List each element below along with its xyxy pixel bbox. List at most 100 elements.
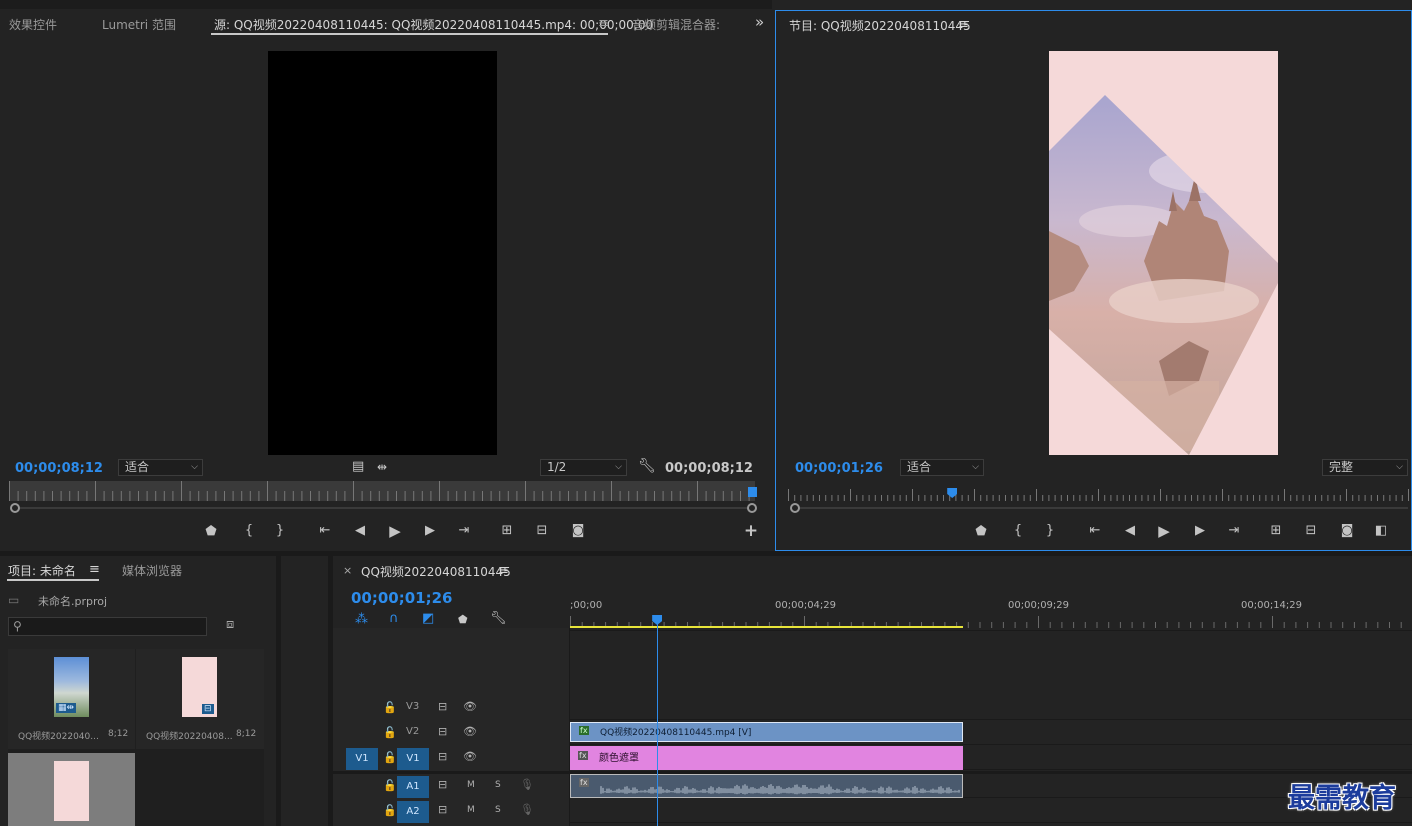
step-back-icon[interactable]: ◀ [1121, 524, 1139, 538]
eye-icon[interactable]: 👁︎ [463, 700, 477, 713]
tab-effect-controls[interactable]: 效果控件 [9, 16, 57, 33]
clip-name: QQ视频20220408110445.mp4 [V] [600, 728, 752, 738]
mark-out-icon[interactable]: } [1041, 524, 1059, 538]
chevron-down-icon: ⌵ [615, 462, 622, 472]
mark-in-icon[interactable]: { [1009, 524, 1027, 538]
source-zoom-handle-left[interactable] [10, 503, 20, 513]
go-to-out-icon[interactable]: ⇥ [1225, 524, 1243, 538]
drag-audio-only-icon[interactable]: ⇹ [377, 460, 387, 474]
top-bar [0, 0, 772, 9]
program-zoom-bar[interactable] [800, 507, 1408, 509]
tab-media-browser[interactable]: 媒体浏览器 [122, 562, 182, 579]
program-zoom-handle[interactable] [790, 503, 800, 513]
project-menu-button[interactable]: ≡ [89, 562, 100, 577]
marker-icon[interactable]: ⬟ [202, 525, 220, 539]
program-time-ruler[interactable] [788, 489, 1410, 501]
tab-source-menu[interactable]: ≡ [598, 16, 609, 31]
linked-selection-icon[interactable]: ◩ [422, 611, 434, 626]
go-to-out-icon[interactable]: ⇥ [455, 524, 473, 538]
play-icon[interactable]: ▶ [1155, 524, 1173, 539]
solo-button[interactable]: S [495, 805, 501, 815]
program-fit-select[interactable]: 适合 ⌵ [900, 459, 984, 476]
timeline-menu-button[interactable]: ≡ [498, 563, 509, 578]
lock-icon[interactable]: 🔓 [383, 804, 397, 817]
wrench-icon[interactable]: 🔧︎ [638, 458, 656, 474]
microphone-icon[interactable]: 🎙︎ [520, 778, 534, 791]
camera-icon[interactable]: ◙ [569, 524, 587, 538]
sync-lock-icon[interactable]: ⊟ [438, 750, 447, 763]
chevron-down-icon: ⌵ [972, 462, 979, 472]
source-patch-v1[interactable]: V1 [346, 748, 378, 770]
tab-lumetri-scopes[interactable]: Lumetri 范围 [102, 16, 176, 33]
source-playhead[interactable] [748, 487, 757, 497]
eye-icon[interactable]: 👁︎ [463, 750, 477, 763]
eye-icon[interactable]: 👁︎ [463, 725, 477, 738]
snap-magnet-icon[interactable]: ∩ [389, 611, 399, 626]
color-matte-clip[interactable]: fx 颜色遮罩 [570, 746, 963, 770]
mark-in-icon[interactable]: { [240, 524, 258, 538]
add-button[interactable]: + [742, 523, 760, 540]
sync-lock-icon[interactable]: ⊟ [438, 803, 447, 816]
new-search-bin-icon[interactable]: ⧈ [226, 617, 234, 632]
project-item[interactable]: ▦⇹ QQ视频2022040... 8;12 [8, 649, 135, 749]
overwrite-icon[interactable]: ⊟ [533, 524, 551, 538]
tab-project[interactable]: 项目: 未命名 [8, 562, 76, 579]
nest-icon[interactable]: ⁂ [355, 612, 368, 627]
source-video-frame [268, 51, 497, 455]
source-timecode[interactable]: 00;00;08;12 [15, 461, 103, 476]
active-tab-underline [7, 579, 99, 581]
step-forward-icon[interactable]: ▶ [421, 524, 439, 538]
video-clip[interactable]: fx QQ视频20220408110445.mp4 [V] [570, 722, 963, 742]
program-quality-select[interactable]: 完整 ⌵ [1322, 459, 1408, 476]
mute-button[interactable]: M [467, 780, 475, 790]
project-item[interactable] [8, 753, 135, 826]
sync-lock-icon[interactable]: ⊟ [438, 778, 447, 791]
play-icon[interactable]: ▶ [386, 524, 404, 539]
audio-clip[interactable]: fx [570, 774, 963, 798]
source-fit-select[interactable]: 适合 ⌵ [118, 459, 203, 476]
program-timecode[interactable]: 00;00;01;26 [795, 461, 883, 476]
solo-button[interactable]: S [495, 780, 501, 790]
source-zoom-handle-right[interactable] [747, 503, 757, 513]
track-header-a1: 🔓 A1 ⊟ M S 🎙︎ [333, 774, 569, 798]
panel-overflow-button[interactable]: » [755, 13, 764, 31]
source-zoom-bar[interactable] [20, 507, 748, 509]
lock-icon[interactable]: 🔓 [383, 779, 397, 792]
tab-source[interactable]: 源: QQ视频20220408110445: QQ视频2022040811044… [214, 16, 653, 33]
active-tab-underline [211, 33, 608, 35]
extract-icon[interactable]: ⊟ [1302, 524, 1320, 538]
sync-lock-icon[interactable]: ⊟ [438, 725, 447, 738]
project-item[interactable]: ⊟ QQ视频20220408... 8;12 [136, 649, 264, 749]
comparison-view-icon[interactable]: ◧ [1372, 524, 1390, 538]
lock-icon[interactable]: 🔓 [383, 751, 397, 764]
lock-icon[interactable]: 🔓 [383, 726, 397, 739]
step-forward-icon[interactable]: ▶ [1191, 524, 1209, 538]
track-target-a1[interactable]: A1 [397, 776, 429, 798]
lock-icon[interactable]: 🔓 [383, 701, 397, 714]
track-target-a2[interactable]: A2 [397, 801, 429, 823]
go-to-in-icon[interactable]: ⇤ [316, 524, 334, 538]
go-to-in-icon[interactable]: ⇤ [1086, 524, 1104, 538]
mark-out-icon[interactable]: } [271, 524, 289, 538]
add-marker-icon[interactable]: ⬟ [458, 613, 468, 626]
timeline-settings-wrench-icon[interactable]: 🔧︎ [490, 611, 507, 626]
sync-lock-icon[interactable]: ⊟ [438, 700, 447, 713]
lift-icon[interactable]: ⊞ [1267, 524, 1285, 538]
track-target-v1[interactable]: V1 [397, 748, 429, 770]
camera-icon[interactable]: ◙ [1338, 524, 1356, 538]
close-sequence-icon[interactable]: × [343, 564, 352, 577]
source-quality-select[interactable]: 1/2 ⌵ [540, 459, 627, 476]
step-back-icon[interactable]: ◀ [351, 524, 369, 538]
program-menu-button[interactable]: ≡ [958, 17, 969, 32]
timeline-timecode[interactable]: 00;00;01;26 [351, 589, 453, 607]
project-search-input[interactable]: ⚲ [8, 617, 207, 636]
insert-icon[interactable]: ⊞ [498, 524, 516, 538]
mute-button[interactable]: M [467, 805, 475, 815]
drag-video-only-icon[interactable]: ▤ [352, 459, 364, 474]
sequence-tab[interactable]: QQ视频20220408110445 [361, 563, 511, 580]
tab-audio-clip-mixer[interactable]: 音频剪辑混合器: [632, 16, 720, 33]
marker-icon[interactable]: ⬟ [972, 525, 990, 539]
work-area-bar[interactable] [570, 626, 963, 628]
source-time-ruler[interactable] [9, 481, 755, 501]
microphone-icon[interactable]: 🎙︎ [520, 803, 534, 816]
